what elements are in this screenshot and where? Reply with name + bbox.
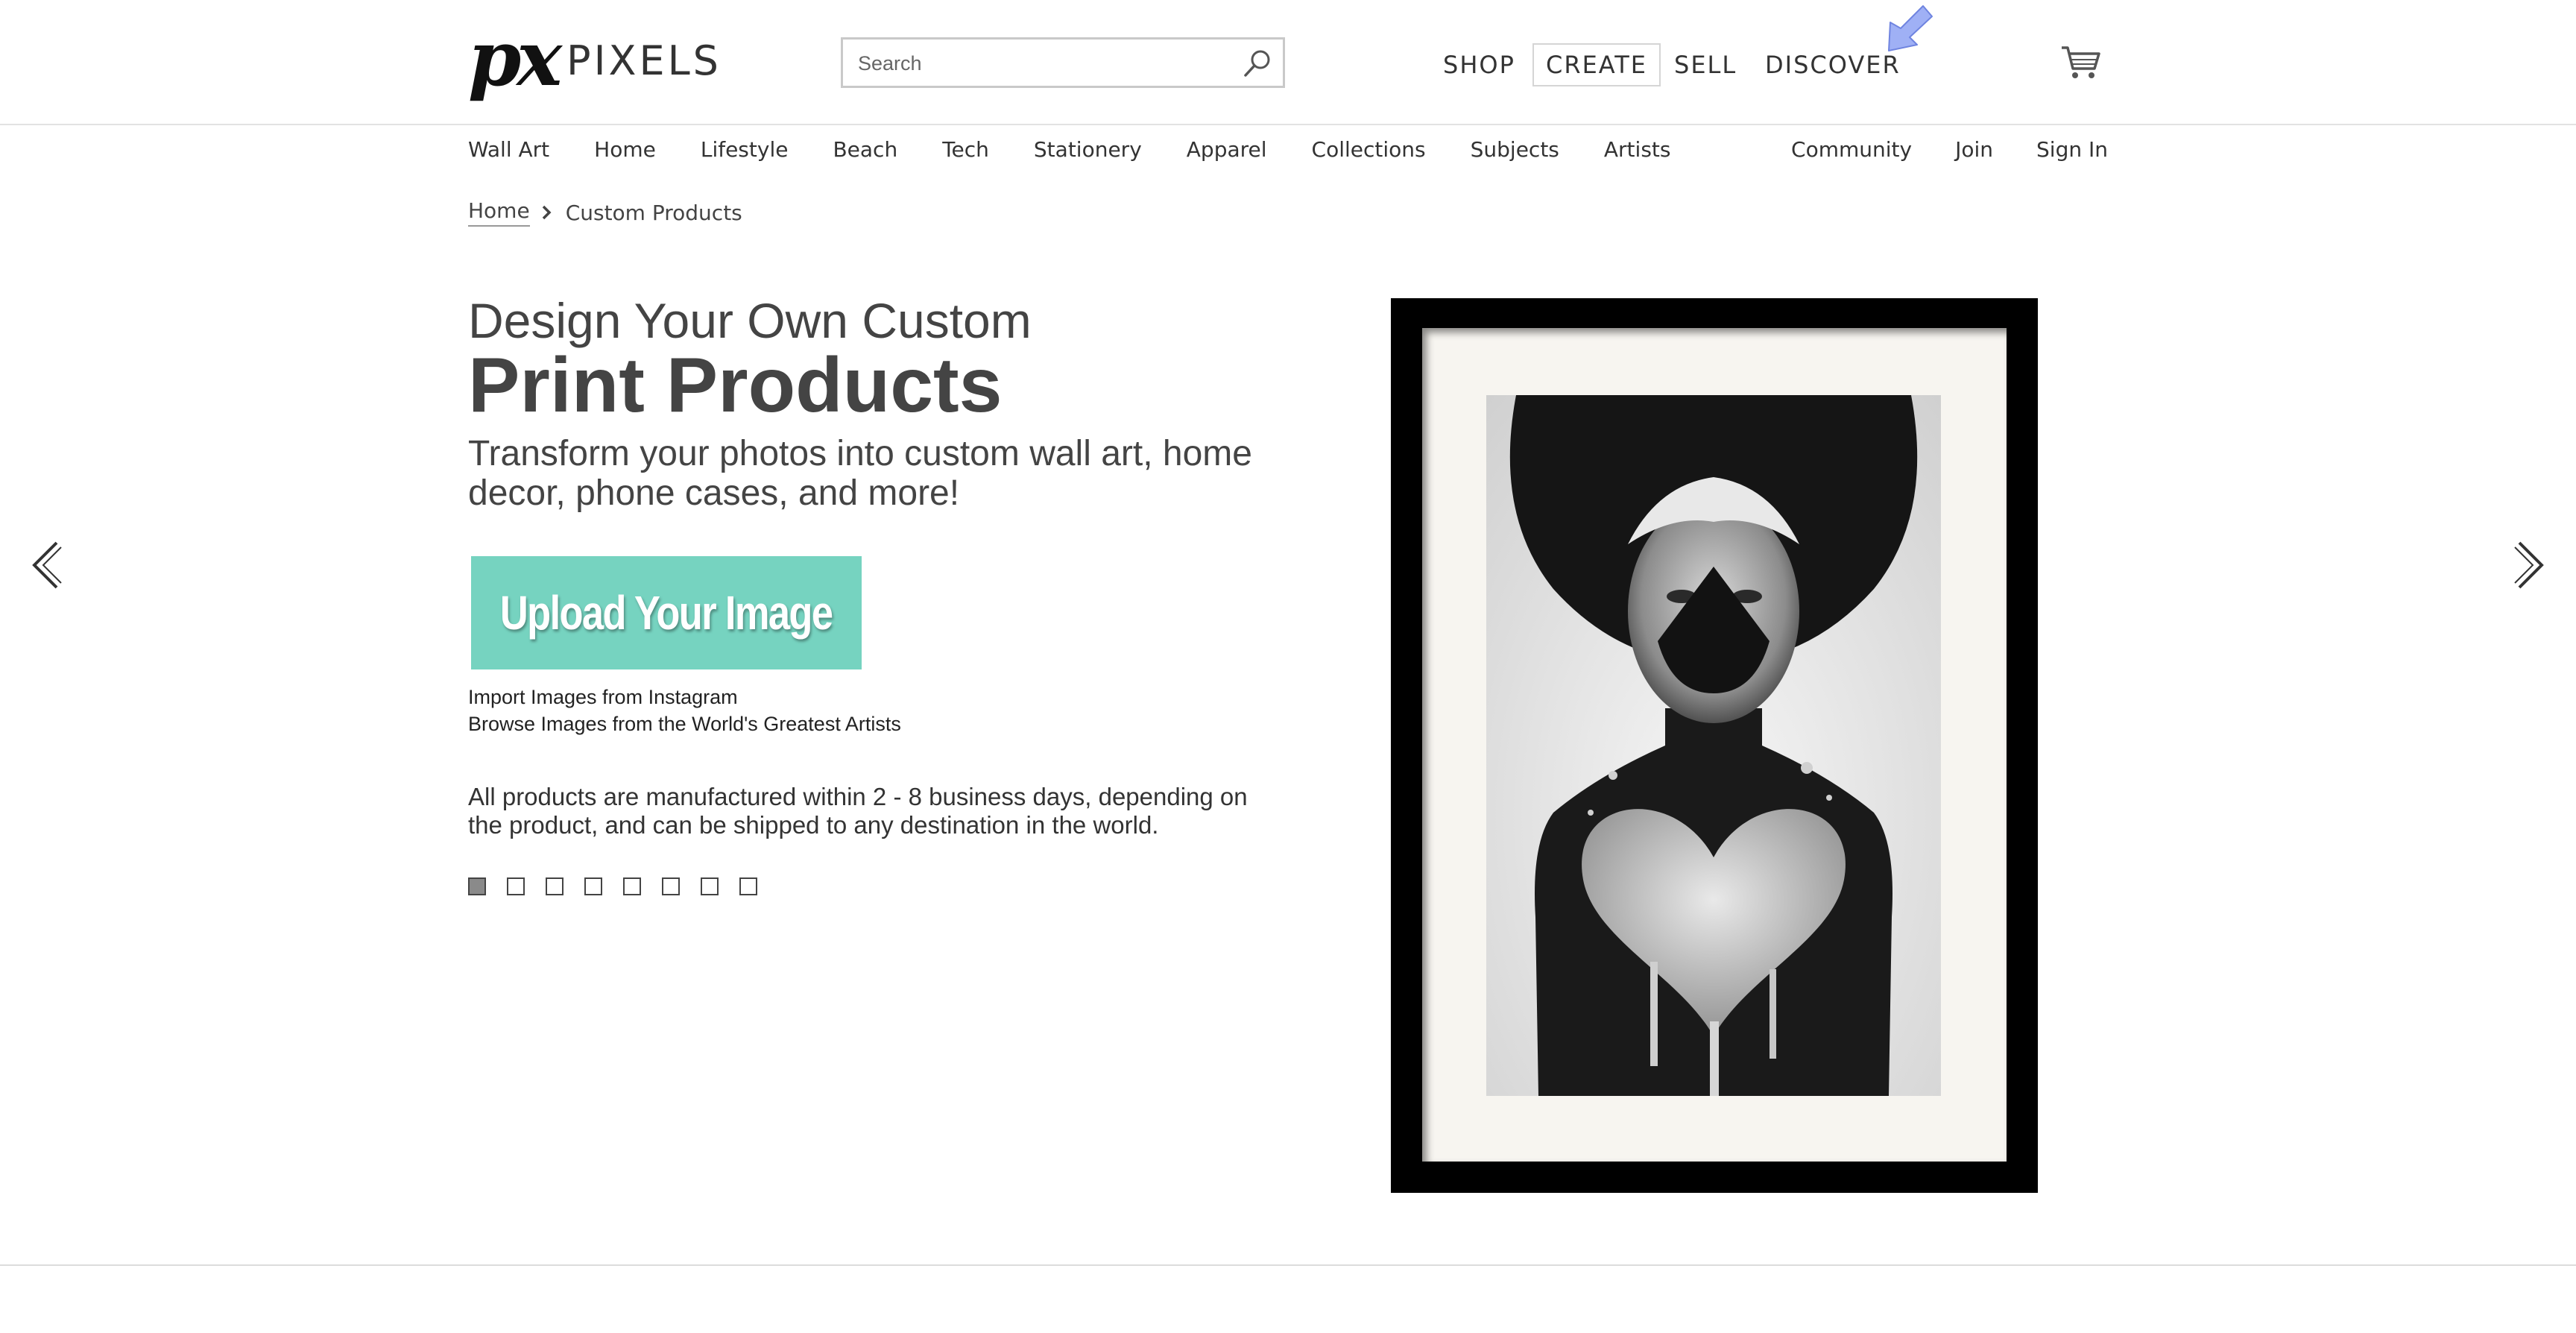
chevron-right-icon [542,205,552,220]
instagram-import-link[interactable]: Import Images from Instagram [468,686,738,709]
framed-print-image [1391,298,2038,1193]
site-header: px PIXELS SHOP CREATE SELL DISCOVER [0,0,2576,125]
breadcrumb-current: Custom Products [565,200,742,225]
hero-title-line2: Print Products [468,342,1003,429]
nav-shop-label: SHOP [1443,51,1515,79]
logo-mark[interactable]: px [468,21,562,97]
slide-indicator[interactable] [468,877,486,895]
nav-shop[interactable]: SHOP [1431,48,1527,82]
artwork-image [1486,395,1941,1096]
breadcrumb-home[interactable]: Home [468,198,530,227]
search-input[interactable] [856,40,1217,87]
upload-image-button[interactable]: Upload Your Image [471,556,862,669]
slide-indicator[interactable] [662,877,680,895]
subnav-subjects[interactable]: Subjects [1471,137,1559,164]
chevron-right-icon[interactable] [2507,538,2549,592]
search-icon[interactable] [1241,47,1274,80]
nav-create[interactable]: CREATE [1532,43,1661,86]
slide-indicator[interactable] [507,877,525,895]
slide-indicator[interactable] [701,877,719,895]
slide-indicator[interactable] [623,877,641,895]
subnav-lifestyle[interactable]: Lifestyle [701,137,789,164]
print-mat [1422,328,2007,1162]
subnav-home[interactable]: Home [594,137,656,164]
subnav-stationery[interactable]: Stationery [1034,137,1142,164]
hero-subtitle: Transform your photos into custom wall a… [468,434,1252,513]
search-box [841,37,1285,88]
logo-text[interactable]: PIXELS [566,37,722,84]
subnav-collections[interactable]: Collections [1312,137,1426,164]
browse-artists-link[interactable]: Browse Images from the World's Greatest … [468,713,901,736]
shipping-info: All products are manufactured within 2 -… [468,783,1248,839]
subnav-community[interactable]: Community [1791,137,1912,164]
slide-indicator[interactable] [546,877,564,895]
slide-indicators [468,877,778,895]
upload-image-label: Upload Your Image [500,586,833,640]
subnav-join[interactable]: Join [1955,137,1993,164]
subnav-beach[interactable]: Beach [833,137,897,164]
subnav-wall-art[interactable]: Wall Art [468,137,549,164]
slide-indicator[interactable] [739,877,757,895]
nav-sell[interactable]: SELL [1662,48,1749,82]
chevron-left-icon[interactable] [27,538,69,592]
cart-icon[interactable] [2060,45,2102,81]
nav-sell-label: SELL [1674,51,1737,79]
account-nav: Community Join Sign In [1748,137,2108,164]
subnav-artists[interactable]: Artists [1604,137,1671,164]
subnav-tech[interactable]: Tech [942,137,989,164]
footer-divider [0,1264,2576,1266]
breadcrumb: Home Custom Products [468,198,742,227]
category-nav: Wall Art Home Lifestyle Beach Tech Stati… [468,137,1715,164]
subnav-sign-in[interactable]: Sign In [2036,137,2108,164]
slide-indicator[interactable] [584,877,602,895]
nav-create-label: CREATE [1532,43,1661,86]
subnav-apparel[interactable]: Apparel [1187,137,1267,164]
hero-title-line1: Design Your Own Custom [468,293,1032,348]
cursor-arrow-icon [1888,5,1933,51]
